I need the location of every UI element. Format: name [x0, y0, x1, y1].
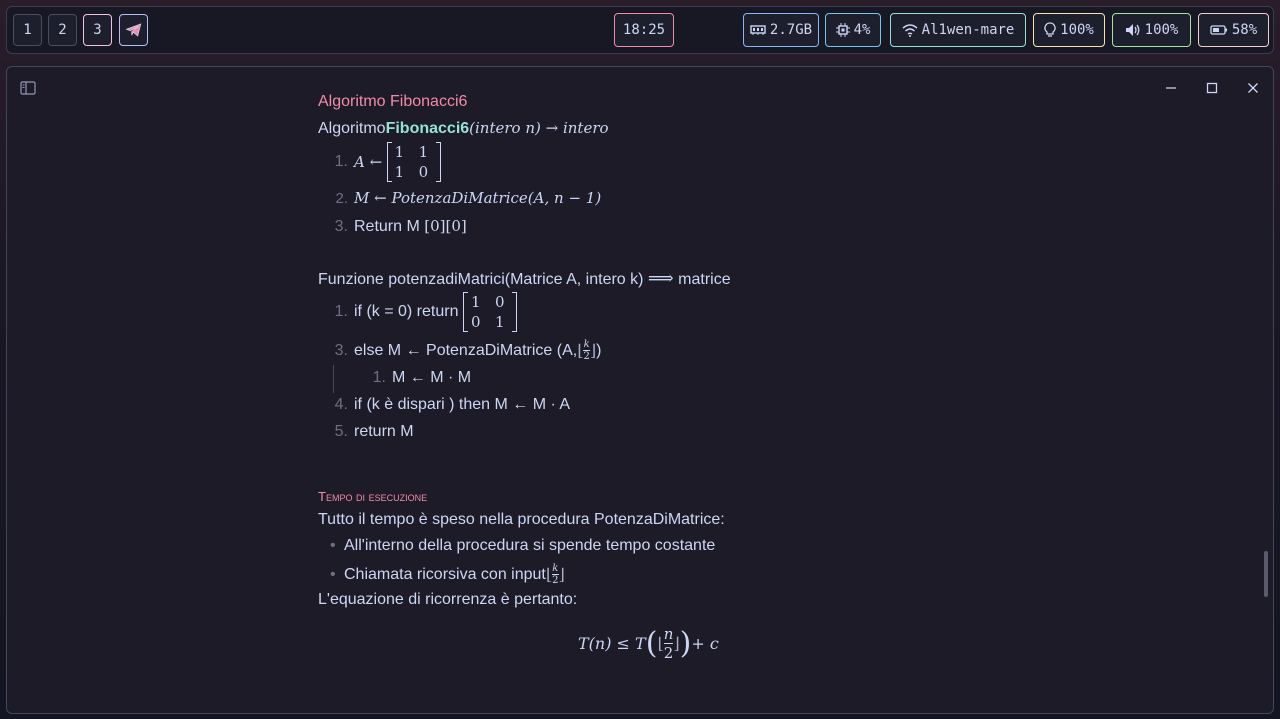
brightness-value: 100%: [1060, 22, 1094, 38]
workspace-3-button[interactable]: 3: [83, 14, 112, 46]
speaker-icon: [1125, 23, 1141, 37]
workspace-2-button[interactable]: 2: [48, 14, 77, 46]
paragraph-1: Tutto il tempo è speso nella procedura P…: [318, 511, 725, 528]
algorithm-signature: AlgoritmoFibonacci6(intero n) → intero: [318, 119, 609, 137]
scrollbar-thumb[interactable]: [1264, 551, 1268, 597]
minimize-button[interactable]: [1160, 77, 1182, 99]
memory-icon: [750, 24, 766, 36]
telegram-icon[interactable]: [119, 14, 148, 46]
bullet-item-1: • All'interno della procedura si spende t…: [330, 537, 716, 554]
func-step-3-1: 1. M ← M · M: [372, 369, 472, 386]
indent-guide: [333, 365, 334, 393]
memory-module[interactable]: 2.7GB: [743, 13, 819, 47]
algo-step-2: 2. M ← PotenzaDiMatrice(A, n − 1): [335, 189, 602, 207]
algorithm-heading: Algoritmo Fibonacci6: [318, 93, 468, 110]
close-button[interactable]: [1242, 77, 1264, 99]
function-heading: Funzione potenzadiMatrici(Matrice A, int…: [318, 268, 731, 289]
workspace-1-button[interactable]: 1: [13, 14, 42, 46]
cpu-module[interactable]: 4%: [825, 13, 881, 47]
wifi-ssid: Al1wen-mare: [921, 22, 1015, 38]
fraction-n-over-2: n 2: [663, 625, 674, 662]
document-window: Algoritmo Fibonacci6 AlgoritmoFibonacci6…: [6, 66, 1274, 714]
wifi-module[interactable]: Al1wen-mare: [890, 13, 1026, 47]
bullet-item-2: • Chiamata ricorsiva con input ⌊ k 2 ⌋: [330, 563, 565, 586]
lightbulb-icon: [1044, 22, 1056, 38]
volume-value: 100%: [1144, 22, 1179, 38]
cpu-value: 4%: [853, 22, 871, 38]
func-step-4: 4. if (k è dispari ) then M ← M · A: [334, 396, 571, 413]
func-step-1: 1. if (k = 0) return 1 0 0 1: [328, 290, 517, 334]
matrix-a: 1 1 1 0: [386, 142, 441, 182]
cpu-icon: [835, 23, 850, 37]
status-bar: 1 2 3 18:25 2.7GB 4% Al1wen-mare 100% 10…: [6, 6, 1274, 54]
battery-value: 58%: [1231, 22, 1258, 38]
battery-module[interactable]: 58%: [1198, 13, 1269, 47]
clock[interactable]: 18:25: [614, 13, 674, 47]
algorithm-name: Fibonacci6: [385, 120, 470, 137]
paragraph-2: L'equazione di ricorrenza è pertanto:: [318, 591, 578, 608]
recurrence-equation: T(n) ≤ T ( ⌊ n 2 ⌋ ) + c: [578, 625, 719, 662]
brightness-module[interactable]: 100%: [1033, 13, 1105, 47]
wifi-icon: [902, 23, 918, 37]
identity-matrix: 1 0 0 1: [462, 292, 517, 332]
volume-module[interactable]: 100%: [1112, 13, 1191, 47]
algo-step-1: 1. A ← 1 1 1 0: [328, 140, 441, 184]
memory-value: 2.7GB: [769, 22, 813, 38]
func-step-5: 5. return M: [334, 423, 414, 440]
sidebar-toggle-icon[interactable]: [17, 77, 39, 99]
func-step-3: 3. else M ← PotenzaDiMatrice (A, ⌊ k 2 ⌋…: [334, 339, 602, 362]
maximize-button[interactable]: [1201, 77, 1223, 99]
section-title: Tempo di esecuzione: [318, 489, 428, 504]
algo-step-3: 3. Return M [0][0]: [334, 217, 467, 235]
battery-icon: [1210, 25, 1228, 35]
